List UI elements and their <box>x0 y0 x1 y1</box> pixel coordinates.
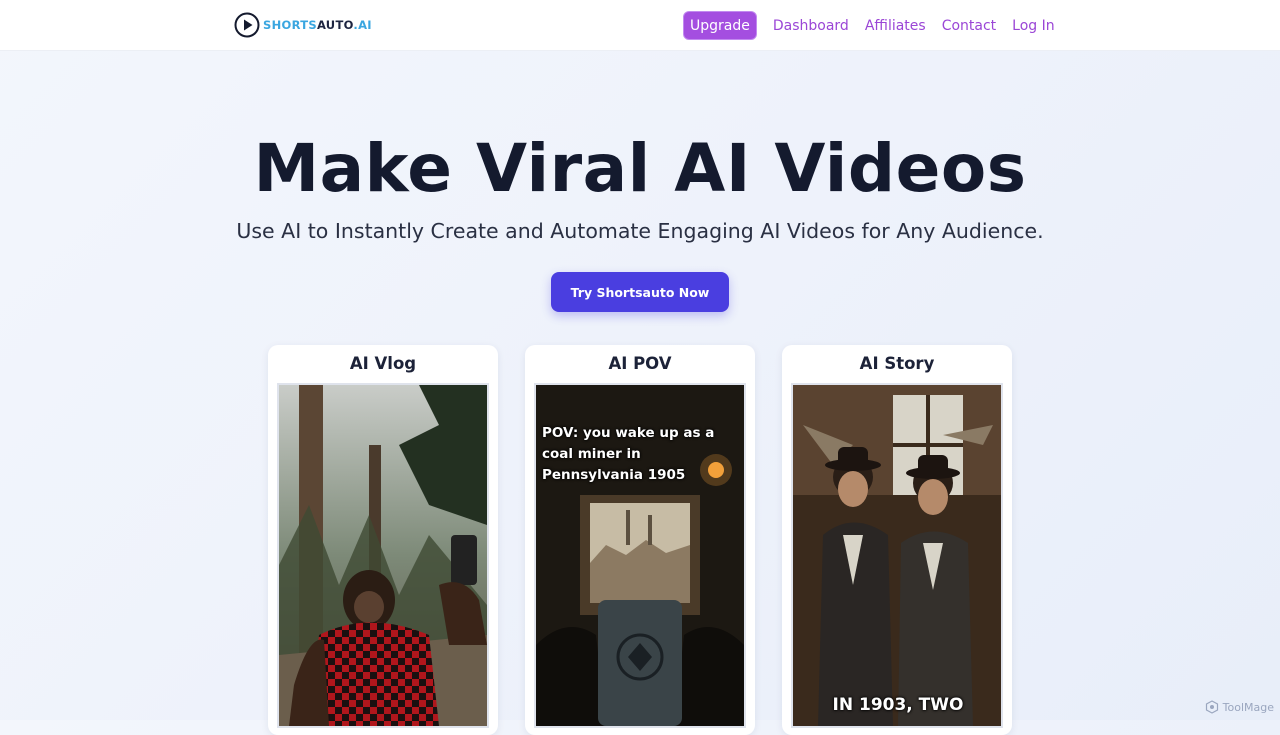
nav-link-login[interactable]: Log In <box>1012 18 1054 34</box>
video-thumbnail[interactable] <box>277 383 489 728</box>
play-circle-icon <box>234 12 260 38</box>
card-ai-vlog[interactable]: AI Vlog <box>268 345 498 735</box>
watermark: ToolMage <box>1205 700 1274 714</box>
nav-links: Upgrade Dashboard Affiliates Contact Log… <box>683 11 1055 40</box>
nav-link-affiliates[interactable]: Affiliates <box>865 18 926 34</box>
hero-title: Make Viral AI Videos <box>0 130 1280 207</box>
video-thumbnail[interactable]: IN 1903, TWO <box>791 383 1003 728</box>
card-ai-story[interactable]: AI Story IN 1903, TWO <box>782 345 1012 735</box>
card-title: AI POV <box>525 354 755 373</box>
story-caption: IN 1903, TWO <box>799 695 997 715</box>
card-title: AI Story <box>782 354 1012 373</box>
nav-link-dashboard[interactable]: Dashboard <box>773 18 849 34</box>
brand-logo[interactable]: SHORTSAUTO.AI <box>234 12 372 38</box>
video-thumbnail[interactable]: POV: you wake up as a coal miner in Penn… <box>534 383 746 728</box>
nav-link-contact[interactable]: Contact <box>942 18 996 34</box>
story-image <box>793 385 1001 726</box>
upgrade-button[interactable]: Upgrade <box>683 11 757 40</box>
watermark-text: ToolMage <box>1223 701 1274 714</box>
try-now-button[interactable]: Try Shortsauto Now <box>551 272 729 312</box>
pov-caption: POV: you wake up as a coal miner in Penn… <box>542 423 740 486</box>
card-ai-pov[interactable]: AI POV POV: you wake up as a coal miner … <box>525 345 755 735</box>
toolmage-logo-icon <box>1205 700 1219 714</box>
forest-vlog-image <box>279 385 487 726</box>
card-title: AI Vlog <box>268 354 498 373</box>
brand-name: SHORTSAUTO.AI <box>263 18 372 32</box>
top-navbar: SHORTSAUTO.AI Upgrade Dashboard Affiliat… <box>0 0 1280 51</box>
hero-subtitle: Use AI to Instantly Create and Automate … <box>0 219 1280 243</box>
